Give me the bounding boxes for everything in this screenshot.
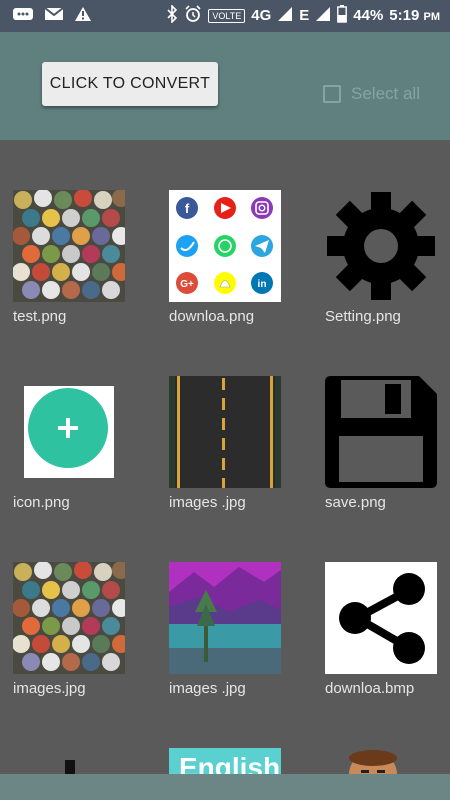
clock: 5:19 PM: [389, 7, 440, 24]
file-name: images .jpg: [169, 680, 246, 697]
svg-text:in: in: [258, 279, 267, 290]
clock-ampm: PM: [423, 11, 441, 23]
select-all-checkbox[interactable]: [323, 85, 341, 103]
add-fab-icon: [13, 376, 125, 488]
message-icon: [12, 6, 34, 27]
network-type: 4G: [251, 7, 272, 24]
file-name: images .jpg: [169, 494, 246, 511]
file-name: save.png: [325, 494, 386, 511]
file-name: icon.png: [13, 494, 70, 511]
svg-text:f: f: [185, 201, 190, 216]
gmail-icon: [44, 6, 64, 27]
file-grid: test.png f G+ in downloa.png Setting.png…: [0, 140, 450, 780]
bottom-bar: [0, 774, 450, 800]
status-bar: VOLTE 4G E 44% 5:19 PM: [0, 0, 450, 32]
share-icon: [325, 562, 437, 674]
select-all-control[interactable]: Select all: [323, 84, 420, 104]
convert-button[interactable]: CLICK TO CONVERT: [42, 62, 218, 106]
bluetooth-icon: [166, 4, 178, 26]
volte-badge: VOLTE: [208, 8, 246, 23]
battery-percent: 44%: [353, 7, 384, 24]
gear-icon: [325, 190, 437, 302]
purple-landscape-thumbnail: [169, 562, 281, 674]
alarm-icon: [184, 5, 202, 26]
signal-icon-2: [315, 6, 331, 25]
social-icons-thumbnail: f G+ in: [169, 190, 281, 302]
signal-icon: [277, 6, 293, 25]
floppy-save-icon: [325, 376, 437, 488]
file-name: downloa.png: [169, 308, 255, 325]
svg-text:G+: G+: [180, 279, 194, 290]
file-name: test.png: [13, 308, 67, 325]
file-name: downloa.bmp: [325, 680, 415, 697]
edge-indicator: E: [299, 7, 310, 24]
road-thumbnail: [169, 376, 281, 488]
select-all-label: Select all: [351, 84, 420, 103]
file-name: images.jpg: [13, 680, 86, 697]
battery-icon: [337, 5, 348, 26]
clock-time: 5:19: [389, 7, 420, 24]
warning-icon: [74, 6, 92, 27]
marbles-thumbnail: [13, 190, 125, 302]
marbles-thumbnail: [13, 562, 125, 674]
file-name: Setting.png: [325, 308, 401, 325]
